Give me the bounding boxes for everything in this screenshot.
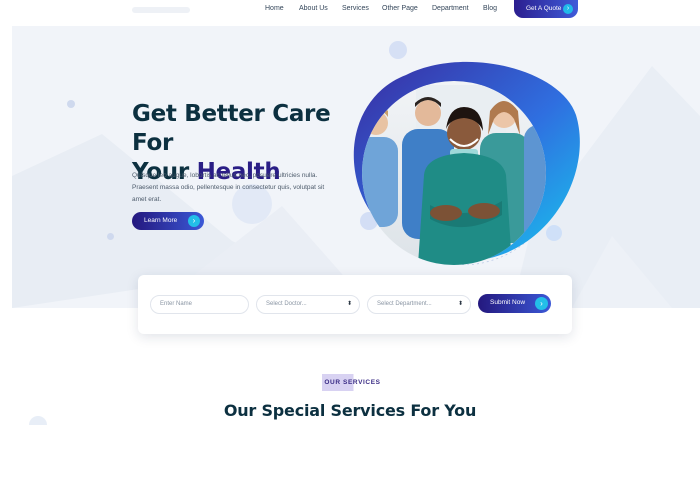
submit-now-label: Submit Now xyxy=(490,299,526,306)
nav-link-services[interactable]: Services xyxy=(342,5,369,12)
name-input[interactable]: Enter Name xyxy=(150,295,249,314)
get-quote-button[interactable]: Get A Quote › xyxy=(514,0,578,18)
chevron-updown-icon: ⬍ xyxy=(457,301,463,307)
doctor-select-value: Select Doctor... xyxy=(266,301,307,307)
arrow-right-icon: › xyxy=(563,4,573,14)
learn-more-button[interactable]: Learn More › xyxy=(132,212,204,230)
nav-link-blog[interactable]: Blog xyxy=(483,5,497,12)
hero-doctors-image xyxy=(353,61,580,265)
submit-now-button[interactable]: Submit Now › xyxy=(478,294,551,313)
decor-dot xyxy=(107,233,114,240)
doctor-select[interactable]: Select Doctor... ⬍ xyxy=(256,295,360,314)
nav-link-home[interactable]: Home xyxy=(265,5,284,12)
nav-link-department[interactable]: Department xyxy=(432,5,469,12)
name-input-placeholder: Enter Name xyxy=(160,301,193,307)
chevron-updown-icon: ⬍ xyxy=(346,301,352,307)
department-select-value: Select Department... xyxy=(377,301,432,307)
hero-description: Quisque leo augue, lobortis ac tellus ne… xyxy=(132,172,325,203)
hero-title-line1: Get Better Care For xyxy=(132,101,331,156)
site-logo[interactable] xyxy=(132,7,190,13)
decor-dot xyxy=(67,100,75,108)
nav-link-other-page[interactable]: Other Page xyxy=(382,5,418,12)
services-badge: OUR SERVICES xyxy=(322,374,383,391)
nav-link-about[interactable]: About Us xyxy=(299,5,328,12)
learn-more-label: Learn More xyxy=(144,217,178,224)
services-title: Our Special Services For You xyxy=(223,401,477,420)
arrow-right-icon: › xyxy=(535,297,548,310)
department-select[interactable]: Select Department... ⬍ xyxy=(367,295,471,314)
arrow-right-icon: › xyxy=(188,215,200,227)
top-navigation: Home About Us Services Other Page Depart… xyxy=(0,0,700,22)
get-quote-label: Get A Quote xyxy=(526,5,562,12)
